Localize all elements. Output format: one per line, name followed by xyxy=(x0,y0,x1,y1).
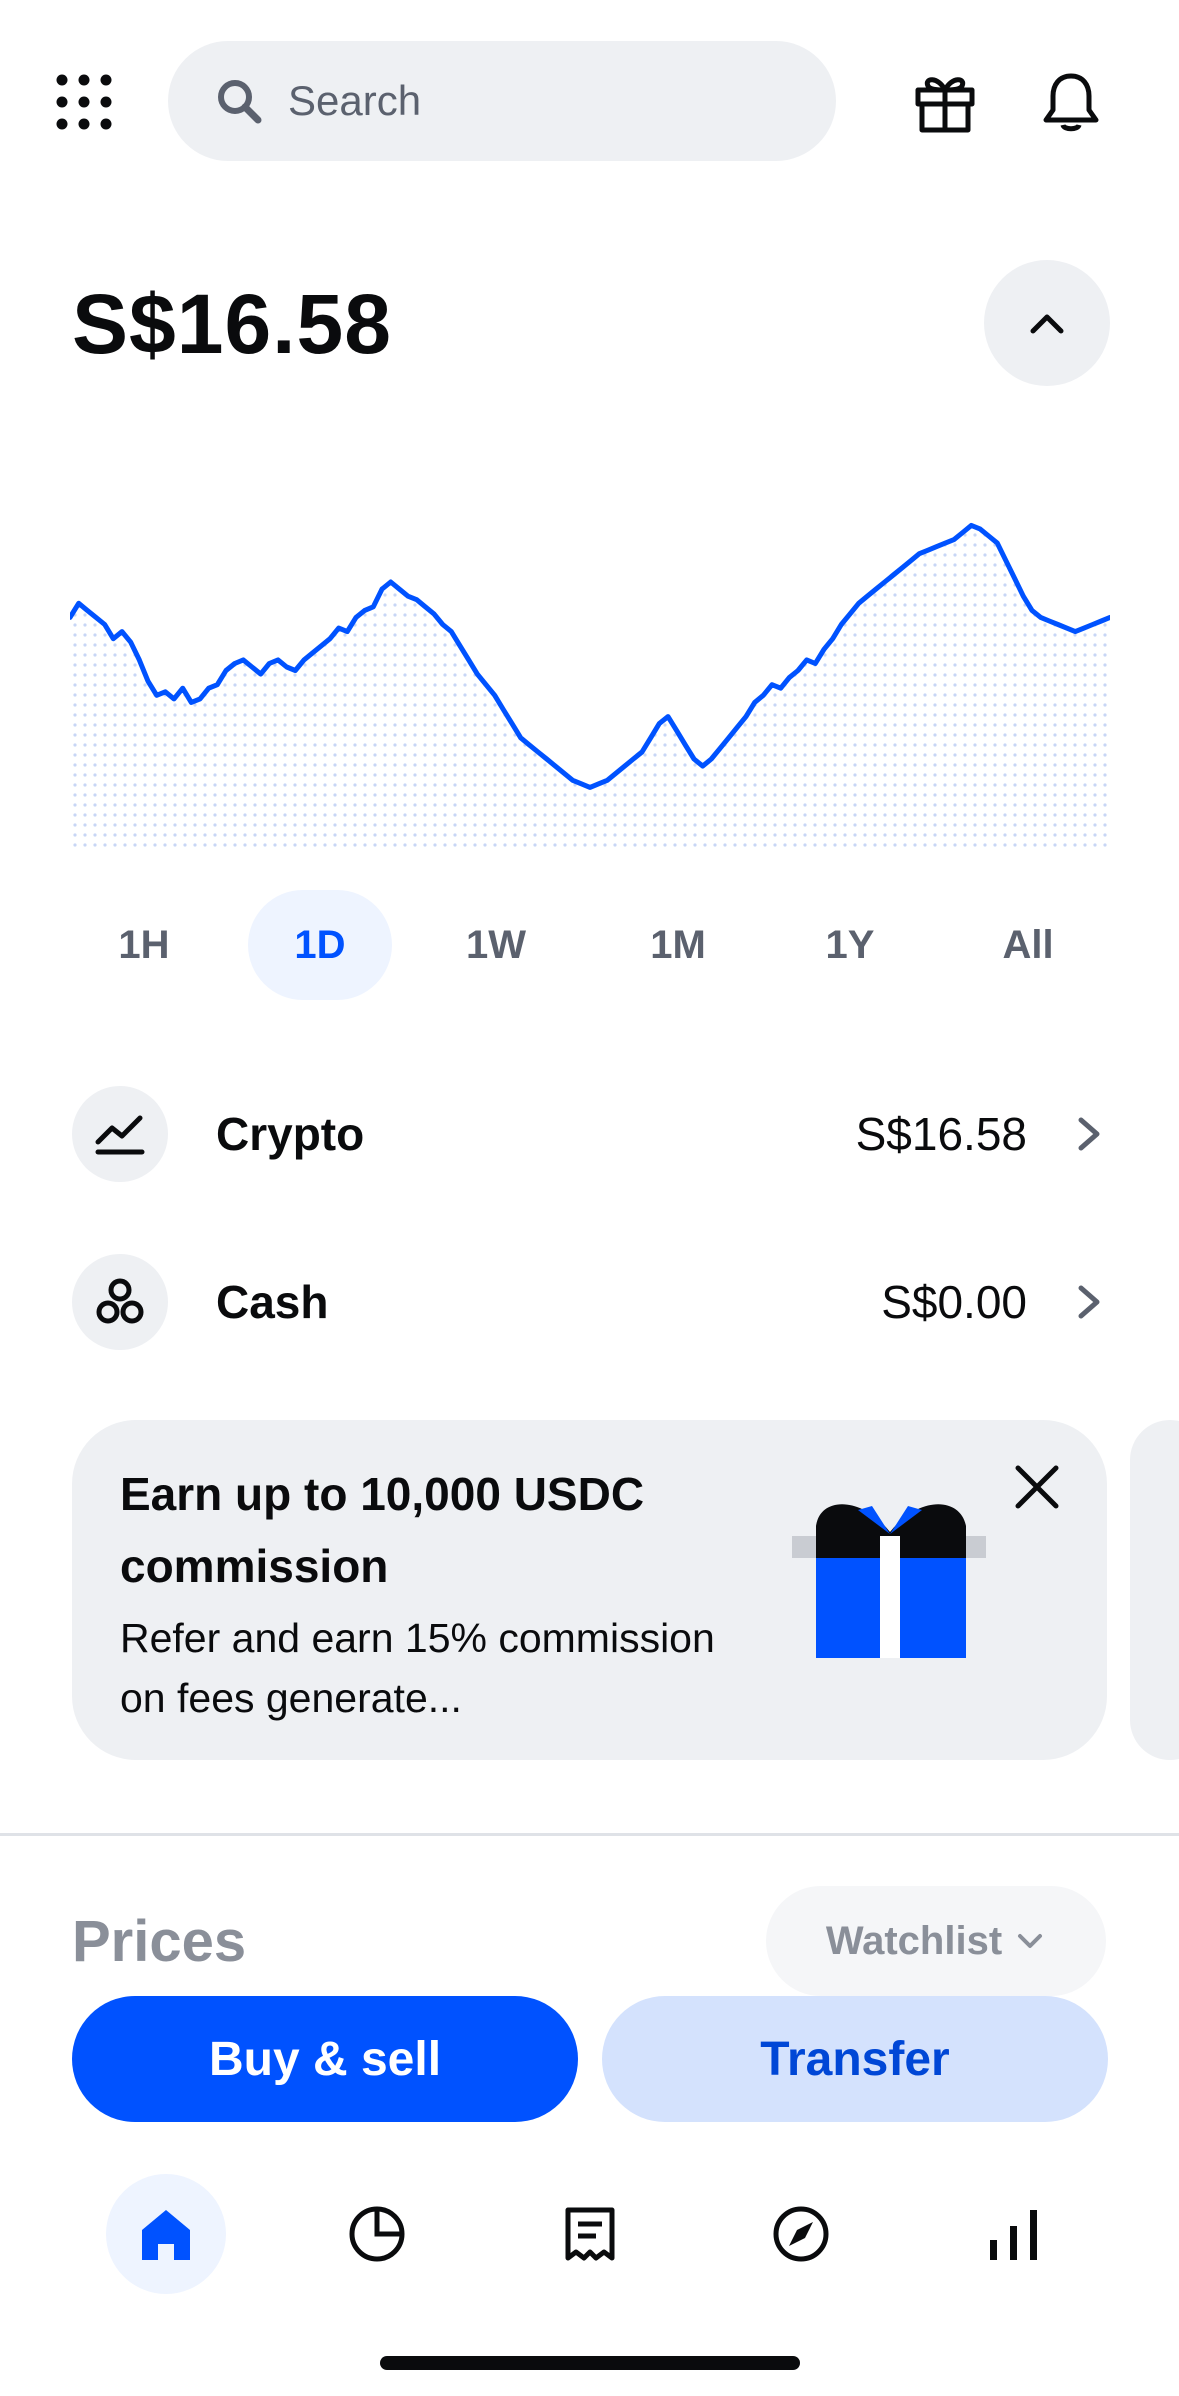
range-all[interactable]: All xyxy=(956,890,1100,1000)
portfolio-balance: S$16.58 xyxy=(72,277,392,371)
buy-sell-button[interactable]: Buy & sell xyxy=(72,1996,578,2122)
range-1h[interactable]: 1H xyxy=(72,890,216,1000)
nav-markets[interactable] xyxy=(954,2174,1074,2294)
range-1w[interactable]: 1W xyxy=(424,890,568,1000)
gift-box-illustration xyxy=(792,1504,986,1658)
promo-description: Refer and earn 15% commission on fees ge… xyxy=(120,1615,715,1721)
trend-icon-wrap xyxy=(72,1086,168,1182)
portfolio-pie-icon xyxy=(349,2206,405,2262)
bell-icon[interactable] xyxy=(1040,70,1102,134)
grid-menu-icon[interactable] xyxy=(56,74,112,130)
nav-activity[interactable] xyxy=(530,2174,650,2294)
range-1y[interactable]: 1Y xyxy=(778,890,922,1000)
range-1d[interactable]: 1D xyxy=(248,890,392,1000)
prices-heading: Prices xyxy=(72,1909,247,1974)
chart-area-fill xyxy=(70,525,1110,850)
asset-row-crypto[interactable]: Crypto S$16.58 xyxy=(72,1086,1107,1182)
receipt-icon xyxy=(565,2207,615,2261)
chevron-down-icon xyxy=(1018,1934,1043,1948)
cash-icon-wrap xyxy=(72,1254,168,1350)
chevron-up-icon xyxy=(1030,314,1064,334)
nav-portfolio[interactable] xyxy=(317,2174,437,2294)
asset-row-cash[interactable]: Cash S$0.00 xyxy=(72,1254,1107,1350)
search-icon xyxy=(218,80,262,124)
gift-icon[interactable] xyxy=(914,72,976,134)
home-indicator xyxy=(380,2356,800,2370)
bar-chart-icon xyxy=(990,2210,1037,2260)
time-range-selector: 1H 1D 1W 1M 1Y All xyxy=(72,890,1112,1000)
home-icon xyxy=(142,2210,190,2260)
compass-icon xyxy=(773,2206,829,2262)
chevron-right-icon xyxy=(1078,1285,1100,1319)
transfer-button[interactable]: Transfer xyxy=(602,1996,1108,2122)
asset-value: S$0.00 xyxy=(881,1276,1027,1328)
close-icon[interactable] xyxy=(1012,1462,1062,1512)
section-divider xyxy=(0,1833,1179,1836)
referral-promo-card[interactable]: Earn up to 10,000 USDC commission Refer … xyxy=(72,1420,1107,1760)
range-1m[interactable]: 1M xyxy=(606,890,750,1000)
search-placeholder: Search xyxy=(288,77,422,124)
chevron-right-icon xyxy=(1078,1117,1100,1151)
trend-icon xyxy=(95,1115,145,1155)
nav-home[interactable] xyxy=(106,2174,226,2294)
nav-explore[interactable] xyxy=(741,2174,861,2294)
cash-icon xyxy=(96,1278,144,1324)
next-promo-card-peek[interactable] xyxy=(1130,1420,1179,1760)
collapse-chart-button[interactable] xyxy=(984,260,1110,386)
watchlist-label: Watchlist xyxy=(825,1918,1003,1963)
asset-label: Crypto xyxy=(216,1108,365,1160)
promo-title: Earn up to 10,000 USDC commission xyxy=(120,1468,645,1592)
asset-label: Cash xyxy=(216,1276,329,1328)
watchlist-dropdown[interactable]: Watchlist xyxy=(766,1886,1106,1996)
search-input[interactable]: Search xyxy=(168,41,836,161)
balance-chart[interactable] xyxy=(70,480,1110,850)
asset-value: S$16.58 xyxy=(855,1108,1027,1160)
